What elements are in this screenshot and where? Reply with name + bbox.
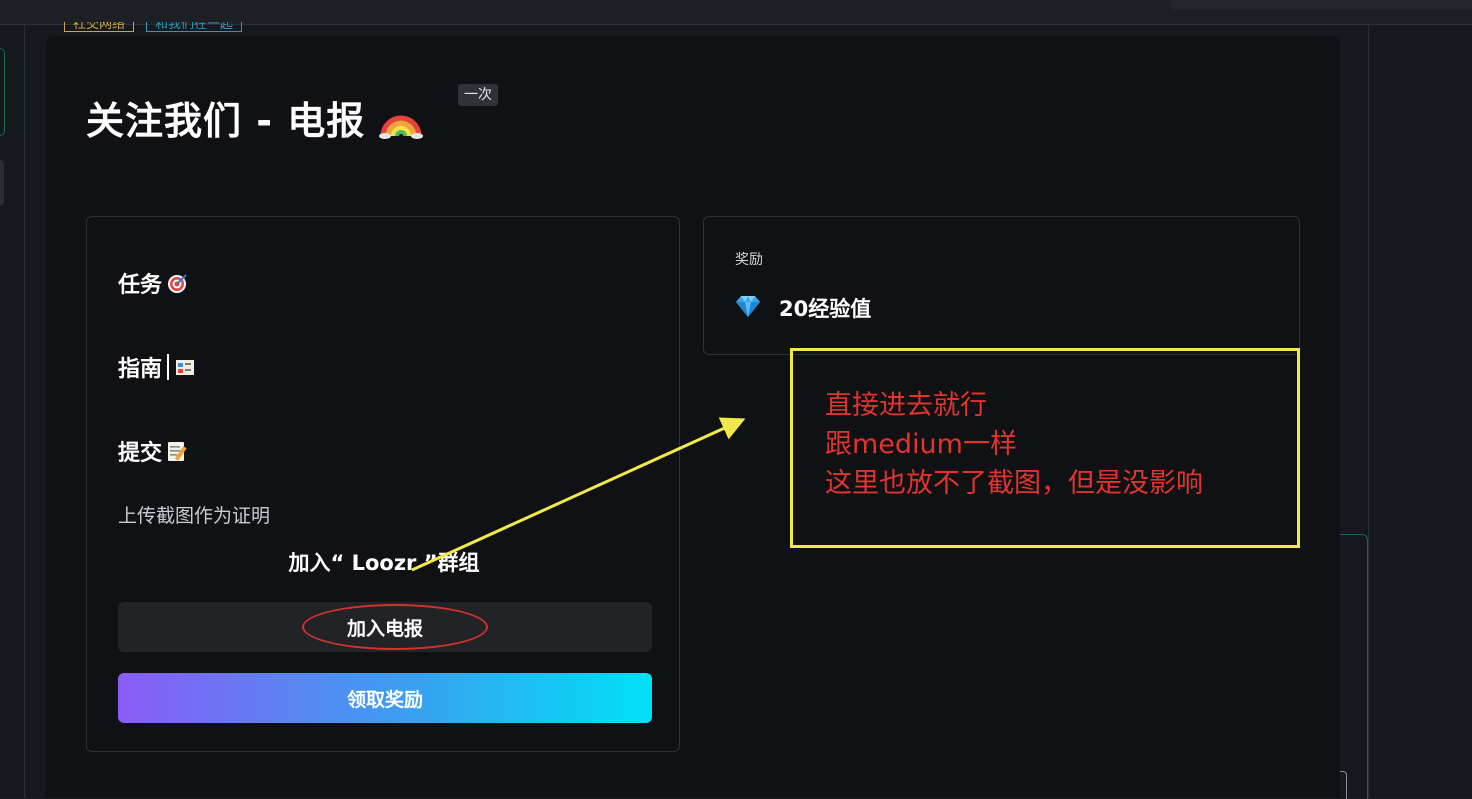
background-top-right-panel bbox=[1170, 0, 1472, 10]
background-divider-left bbox=[24, 24, 25, 798]
background-scroll-corner bbox=[1340, 771, 1347, 799]
reward-card: 奖励 20经验值 bbox=[703, 216, 1300, 355]
reward-value: 20经验值 bbox=[779, 297, 872, 321]
memo-icon bbox=[166, 440, 188, 462]
guide-icon bbox=[174, 356, 196, 378]
background-tags: 社交网络 和我们在一起 bbox=[64, 22, 243, 36]
background-right-panel bbox=[1340, 534, 1368, 799]
submit-heading: 提交 bbox=[118, 435, 188, 467]
annotation-line-2: 跟medium一样 bbox=[825, 429, 1017, 460]
text-cursor bbox=[167, 354, 170, 380]
join-group-text: 加入“ Loozr ”群组 bbox=[288, 551, 480, 575]
modal-title-row: 关注我们 - 电报 bbox=[86, 90, 424, 145]
annotation-ellipse bbox=[302, 604, 488, 650]
annotation-note-box: 直接进去就行 跟medium一样 这里也放不了截图，但是没影响 bbox=[790, 348, 1300, 548]
submit-heading-label: 提交 bbox=[118, 441, 163, 466]
guide-heading-label: 指南 bbox=[118, 357, 163, 382]
upload-instruction: 上传截图作为证明 bbox=[118, 505, 271, 527]
claim-reward-button[interactable]: 领取奖励 bbox=[118, 673, 652, 723]
background-tag-social[interactable]: 社交网络 bbox=[64, 22, 135, 32]
reward-label: 奖励 bbox=[735, 252, 763, 268]
modal-title: 关注我们 - 电报 bbox=[86, 99, 366, 143]
background-left-green-tab bbox=[0, 48, 5, 136]
task-heading-label: 任务 bbox=[118, 273, 163, 298]
diamond-icon bbox=[735, 294, 761, 322]
task-card: 任务 指南 提交 上传截图作为证明 加入“ Loozr ”群组 加入电报 领取奖… bbox=[86, 216, 680, 752]
direct-hit-icon bbox=[166, 272, 188, 294]
annotation-line-1: 直接进去就行 bbox=[825, 390, 987, 421]
reward-row: 20经验值 bbox=[735, 293, 871, 323]
background-tag-join[interactable]: 和我们在一起 bbox=[146, 22, 243, 32]
rainbow-icon bbox=[379, 96, 424, 140]
guide-heading: 指南 bbox=[118, 351, 196, 383]
annotation-line-3: 这里也放不了截图，但是没影响 bbox=[825, 468, 1203, 499]
background-left-grey-tab bbox=[0, 160, 4, 206]
frequency-badge: 一次 bbox=[458, 84, 498, 106]
background-divider-right bbox=[1368, 24, 1369, 798]
task-heading: 任务 bbox=[118, 267, 188, 299]
